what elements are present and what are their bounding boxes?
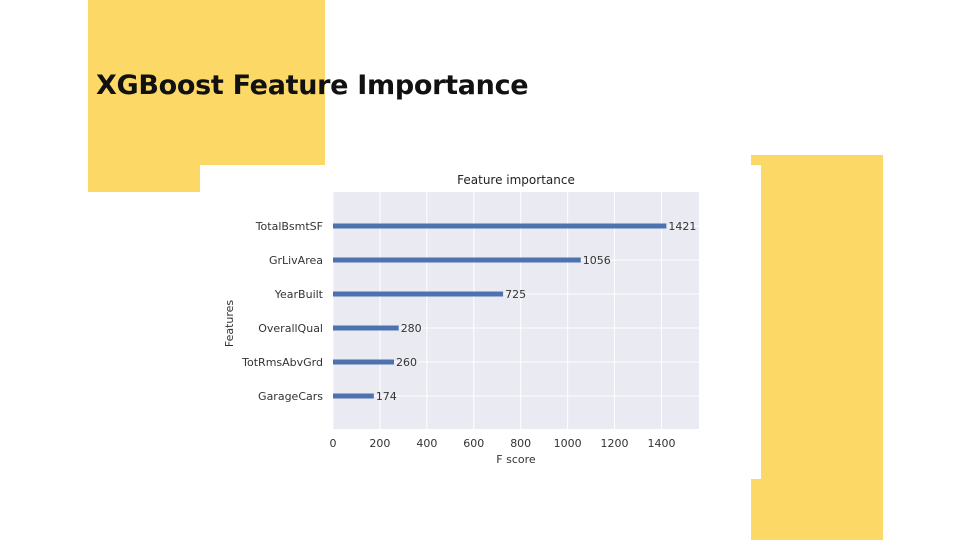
feature-importance-chart: TotalBsmtSF 1421 GrLivArea 1056 YearBuilt 725… [223, 173, 699, 466]
x-tick-label: 400 [416, 437, 437, 450]
x-tick-label: 0 [330, 437, 337, 450]
x-tick-label: 1200 [601, 437, 629, 450]
data-label: 260 [396, 356, 417, 369]
data-label: 174 [376, 390, 397, 403]
x-axis-label: F score [496, 453, 536, 466]
chart-card: TotalBsmtSF 1421 GrLivArea 1056 YearBuilt 725… [200, 165, 761, 479]
bar-totalbsmtsf [333, 223, 667, 229]
bar-overallqual [333, 325, 399, 331]
x-tick-label: 1000 [554, 437, 582, 450]
data-label: 1056 [583, 254, 611, 267]
bar-totrmsabvgrd [333, 359, 394, 365]
chart-title: Feature importance [457, 173, 575, 187]
y-axis-label: Features [223, 300, 236, 348]
bar-yearbuilt [333, 291, 504, 297]
category-label: TotRmsAbvGrd [241, 356, 323, 369]
category-label: TotalBsmtSF [255, 220, 323, 233]
data-label: 725 [505, 288, 526, 301]
bar-garagecars [333, 393, 374, 399]
category-label: OverallQual [258, 322, 323, 335]
category-label: YearBuilt [274, 288, 324, 301]
x-tick-label: 1400 [647, 437, 675, 450]
data-label: 280 [401, 322, 422, 335]
slide-title: XGBoost Feature Importance [96, 70, 529, 101]
decorative-yellow-block-right [751, 155, 883, 540]
category-label: GarageCars [258, 390, 323, 403]
x-tick-label: 800 [510, 437, 531, 450]
x-tick-label: 600 [463, 437, 484, 450]
category-label: GrLivArea [269, 254, 323, 267]
data-label: 1421 [668, 220, 696, 233]
x-tick-label: 200 [369, 437, 390, 450]
bar-grlivarea [333, 257, 581, 263]
